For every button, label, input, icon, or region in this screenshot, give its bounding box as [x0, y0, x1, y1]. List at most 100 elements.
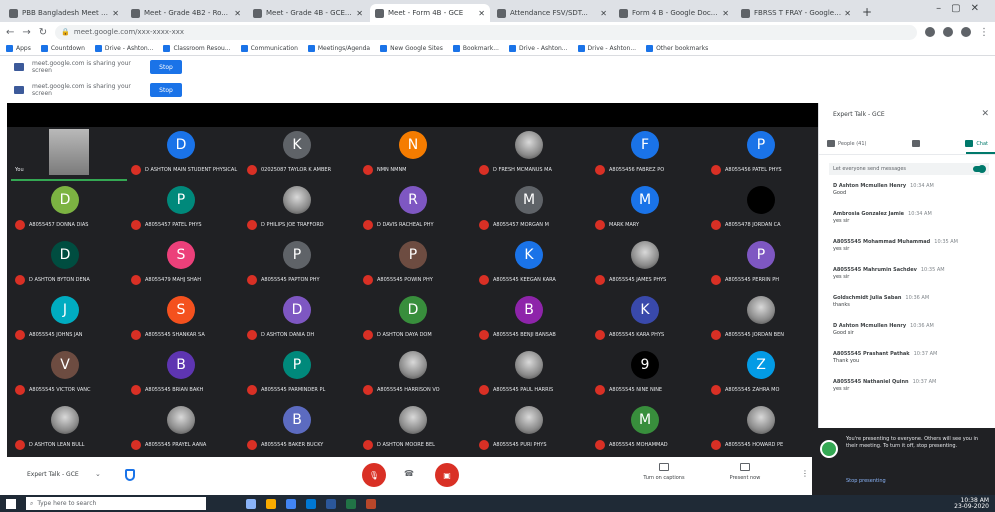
window-controls[interactable]: –▢✕ [936, 3, 989, 14]
participant-tile[interactable]: D ASHTON LEAN BULL [11, 404, 127, 456]
tab-chat[interactable]: Chat [965, 140, 988, 147]
taskbar-search[interactable]: ⌕ Type here to search [26, 497, 206, 510]
bookmark-item[interactable]: Bookmark... [452, 45, 499, 52]
bookmark-item[interactable]: Drive - Ashton... [508, 45, 568, 52]
bookmark-item[interactable]: Drive - Ashton... [94, 45, 153, 52]
browser-tab[interactable]: Meet - Form 4B - GCE ✕ [370, 4, 490, 22]
participant-tile[interactable]: K A8055545 KARA PHYS [591, 294, 707, 346]
participant-tile[interactable]: A8055545 JORDAN BEN [707, 294, 823, 346]
tab-activities[interactable] [911, 140, 920, 147]
participant-tile[interactable]: D D ASHTON DANIA DH [243, 294, 359, 346]
participant-tile[interactable]: S A8055545 SHANKAR SA [127, 294, 243, 346]
bookmark-item[interactable]: Drive - Ashton... [577, 45, 636, 52]
task-view-icon[interactable] [246, 498, 256, 509]
system-tray[interactable]: 10:38 AM 23-09-2020 [954, 498, 989, 510]
browser-tab[interactable]: Meet - Grade 4B - GCE... ✕ [248, 4, 368, 22]
participant-tile[interactable]: F A8055456 FABREZ PO [591, 129, 707, 181]
participant-tile[interactable]: S A8055479 MAHJ SHAH [127, 239, 243, 291]
participant-tile[interactable]: A8055545 HARRISON VO [359, 349, 475, 401]
present-now-button[interactable]: Present now [710, 463, 780, 481]
stop-presenting-button[interactable]: Stop presenting [846, 478, 886, 484]
participant-tile[interactable]: A8055545 PAUL HARRIS [475, 349, 591, 401]
bookmark-item[interactable]: Other bookmarks [646, 45, 708, 52]
captions-button[interactable]: Turn on captions [629, 463, 699, 481]
end-call-icon[interactable]: ☎ [404, 469, 414, 478]
back-icon[interactable]: ← [6, 27, 14, 38]
participant-tile[interactable]: M MARK MARY [591, 184, 707, 236]
participant-tile[interactable]: J A8055545 JOHNS JAN [11, 294, 127, 346]
participant-tile[interactable]: A8055545 PURI PHYS [475, 404, 591, 456]
file-explorer-icon[interactable] [266, 498, 276, 509]
excel-icon[interactable] [346, 498, 356, 509]
participant-tile[interactable]: M A8055457 MORGAN M [475, 184, 591, 236]
address-bar[interactable]: 🔒 meet.google.com/xxx-xxxx-xxx [55, 24, 917, 40]
windows-start-icon[interactable] [6, 498, 16, 509]
participant-tile[interactable]: P A8055545 PARMINDER PL [243, 349, 359, 401]
participant-tile[interactable]: D PHILIPS JOE TRAFFORD [243, 184, 359, 236]
shield-icon[interactable] [125, 469, 135, 481]
participant-tile[interactable]: A8055478 JORDAN CA [707, 184, 823, 236]
powerpoint-icon[interactable] [366, 498, 376, 509]
chevron-down-icon[interactable]: ⌄ [95, 470, 101, 478]
extension-icon[interactable] [925, 27, 935, 37]
bookmark-item[interactable]: New Google Sites [380, 45, 443, 52]
bookmark-item[interactable]: Communication [240, 45, 298, 52]
participant-tile[interactable]: A8055545 JAMES PHYS [591, 239, 707, 291]
reload-icon[interactable]: ↻ [39, 27, 47, 38]
chrome-icon[interactable] [286, 498, 296, 509]
participant-tile[interactable]: B A8055545 BRIAN BAKH [127, 349, 243, 401]
bookmark-item[interactable]: Apps [6, 45, 31, 52]
browser-tab[interactable]: PBB Bangladesh Meet Intrusion...✕ [4, 4, 124, 22]
close-tab-icon[interactable]: ✕ [478, 9, 485, 18]
bookmark-item[interactable]: Countdown [40, 45, 85, 52]
close-tab-icon[interactable]: ✕ [356, 9, 363, 18]
profile-avatar[interactable] [961, 27, 971, 37]
tab-people[interactable]: People (41) [827, 140, 866, 147]
mic-off-button[interactable]: 🎙 [362, 463, 386, 487]
participant-tile[interactable]: P A8055457 PATEL PHYS [127, 184, 243, 236]
participant-tile[interactable]: K A8055545 KEEGAN KARA [475, 239, 591, 291]
close-icon[interactable]: ✕ [981, 109, 989, 119]
word-icon[interactable] [326, 498, 336, 509]
participant-tile[interactable]: P A8055545 PAPTON PHY [243, 239, 359, 291]
bookmark-item[interactable]: Meetings/Agenda [307, 45, 370, 52]
close-tab-icon[interactable]: ✕ [600, 9, 607, 18]
browser-tab[interactable]: FBRSS T FRAY - Google F... ✕ [736, 4, 856, 22]
participant-tile[interactable]: P A8055456 PATEL PHYS [707, 129, 823, 181]
participant-tile[interactable]: D D ASHTON DAYA DOM [359, 294, 475, 346]
participant-tile[interactable]: D FRESH MCMANUS MA [475, 129, 591, 181]
participant-tile[interactable]: D A8055457 DONNA DIAS [11, 184, 127, 236]
edge-icon[interactable] [306, 498, 316, 509]
participant-tile[interactable]: B A8055545 BENJI BANSAB [475, 294, 591, 346]
camera-off-button[interactable]: ▣ [435, 463, 459, 487]
participant-tile[interactable]: Z A8055545 ZAHRA MO [707, 349, 823, 401]
participant-tile[interactable]: D ASHTON MOORE BEL [359, 404, 475, 456]
participant-tile[interactable]: V A8055545 VICTOR VANC [11, 349, 127, 401]
forward-icon[interactable]: → [22, 27, 30, 38]
extension-icon[interactable] [943, 27, 953, 37]
browser-tab[interactable]: Attendance FSV/SDT... ✕ [492, 4, 612, 22]
bookmark-item[interactable]: Classroom Resou... [163, 45, 231, 52]
participant-tile[interactable]: R D DAVIS RACHEAL PHY [359, 184, 475, 236]
browser-tab[interactable]: Form 4 B - Google Doc... ✕ [614, 4, 734, 22]
stop-sharing-button[interactable]: Stop [150, 83, 182, 97]
participant-tile[interactable]: K 02025087 TAYLOR K AMBER [243, 129, 359, 181]
browser-tab[interactable]: Meet - Grade 4B2 - Ro... ✕ [126, 4, 246, 22]
participant-tile[interactable]: D D ASHTON MAIN STUDENT PHYSICAL [127, 129, 243, 181]
participant-tile[interactable]: D D ASHTON BYTON DENA [11, 239, 127, 291]
close-tab-icon[interactable]: ✕ [234, 9, 241, 18]
chat-permission-toggle[interactable] [973, 165, 986, 173]
participant-tile[interactable]: P A8055545 POWIN PHY [359, 239, 475, 291]
close-tab-icon[interactable]: ✕ [722, 9, 729, 18]
menu-icon[interactable]: ⋮ [979, 27, 989, 38]
participant-tile[interactable]: N NMN NMNM [359, 129, 475, 181]
more-options-icon[interactable]: ⋮ [801, 469, 809, 478]
participant-tile[interactable]: B A8055545 BAKER BUCKY [243, 404, 359, 456]
stop-sharing-button[interactable]: Stop [150, 60, 182, 74]
participant-tile[interactable]: A8055545 HOWARD PE [707, 404, 823, 456]
close-tab-icon[interactable]: ✕ [112, 9, 119, 18]
participant-tile[interactable]: A8055545 PRAYEL AANA [127, 404, 243, 456]
close-tab-icon[interactable]: ✕ [844, 9, 851, 18]
participant-tile[interactable]: 9 A8055545 NINE NINE [591, 349, 707, 401]
participant-tile[interactable]: P A8055545 PERRIN PH [707, 239, 823, 291]
